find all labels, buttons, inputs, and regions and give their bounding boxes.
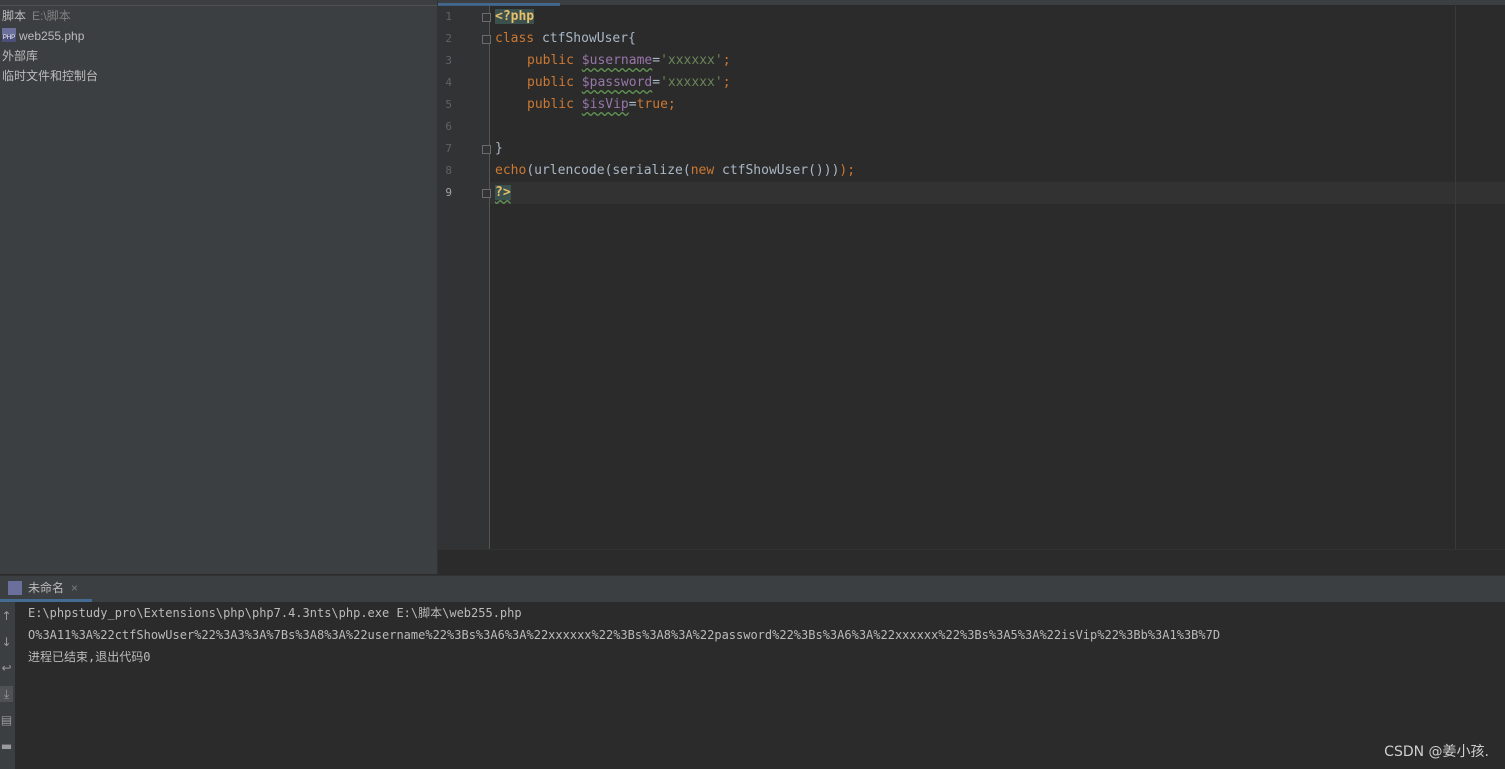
down-arrow-icon[interactable]: ↓ bbox=[0, 634, 13, 650]
string-literal: 'xxxxxx' bbox=[660, 53, 723, 68]
code-line-7[interactable]: } bbox=[495, 138, 503, 160]
code-line-4[interactable]: public $password='xxxxxx'; bbox=[527, 72, 731, 94]
statement-end: ); bbox=[839, 163, 856, 178]
string-literal: 'xxxxxx' bbox=[660, 75, 723, 90]
line-number: 8 bbox=[445, 164, 452, 177]
php-close-tag: ?> bbox=[495, 185, 511, 200]
variable-username: $username bbox=[581, 53, 653, 68]
code-line-2[interactable]: class ctfShowUser{ bbox=[495, 28, 636, 50]
boolean-literal: true bbox=[636, 97, 668, 112]
tree-scratches-consoles[interactable]: 临时文件和控制台 bbox=[2, 66, 98, 86]
line-number: 3 bbox=[445, 54, 452, 67]
code-line-5[interactable]: public $isVip=true; bbox=[527, 94, 676, 116]
php-run-icon bbox=[8, 581, 22, 595]
semicolon: ; bbox=[722, 75, 731, 90]
fold-marker-icon[interactable] bbox=[482, 35, 491, 44]
constructor-call: ctfShowUser())) bbox=[714, 163, 840, 178]
operator-assign: = bbox=[628, 97, 637, 112]
current-line-highlight bbox=[490, 182, 1505, 204]
class-declaration: ctfShowUser{ bbox=[534, 31, 636, 46]
keyword-public: public bbox=[527, 53, 574, 68]
close-icon[interactable]: × bbox=[71, 581, 78, 595]
editor-tab-strip bbox=[438, 0, 1505, 5]
php-open-tag: <?php bbox=[495, 9, 535, 24]
function-calls: (urlencode(serialize( bbox=[526, 163, 691, 178]
code-editor[interactable]: 1 2 3 4 5 6 7 8 9 <?php class ctfShowUse… bbox=[438, 0, 1505, 575]
right-margin-guide bbox=[1455, 6, 1456, 549]
trash-icon[interactable]: ▬ bbox=[0, 738, 13, 754]
console-command-line: E:\phpstudy_pro\Extensions\php\php7.4.3n… bbox=[28, 606, 522, 620]
external-libraries-label: 外部库 bbox=[2, 49, 39, 63]
line-number: 7 bbox=[445, 142, 452, 155]
keyword-public: public bbox=[527, 75, 574, 90]
closing-brace: } bbox=[495, 141, 503, 156]
semicolon: ; bbox=[722, 53, 731, 68]
run-console[interactable]: E:\phpstudy_pro\Extensions\php\php7.4.3n… bbox=[16, 602, 1505, 769]
print-icon[interactable]: ▤ bbox=[0, 712, 13, 728]
fold-marker-icon[interactable] bbox=[482, 189, 491, 198]
keyword-echo: echo bbox=[495, 163, 527, 178]
code-line-8[interactable]: echo(urlencode(serialize(new ctfShowUser… bbox=[495, 160, 855, 182]
root-folder-path: E:\脚本 bbox=[32, 9, 71, 23]
scratches-label: 临时文件和控制台 bbox=[2, 69, 99, 83]
line-number: 1 bbox=[445, 10, 452, 23]
line-number-current: 9 bbox=[445, 186, 452, 199]
run-panel-header: 未命名 × bbox=[0, 575, 1505, 603]
fold-marker-icon[interactable] bbox=[482, 145, 491, 154]
console-output-line: O%3A11%3A%22ctfShowUser%22%3A3%3A%7Bs%3A… bbox=[28, 628, 1221, 642]
up-arrow-icon[interactable]: ↑ bbox=[0, 608, 13, 624]
semicolon: ; bbox=[667, 97, 676, 112]
line-number: 6 bbox=[445, 120, 452, 133]
operator-assign: = bbox=[652, 75, 661, 90]
scroll-to-end-icon[interactable]: ⤓ bbox=[0, 686, 13, 702]
project-panel: 脚本 E:\脚本 web255.php 外部库 临时文件和控制台 bbox=[0, 0, 438, 574]
code-line-9[interactable]: ?> bbox=[495, 182, 511, 204]
tree-file-web255[interactable]: web255.php bbox=[2, 26, 84, 46]
keyword-new: new bbox=[690, 163, 715, 178]
fold-marker-icon[interactable] bbox=[482, 13, 491, 22]
tree-external-libraries[interactable]: 外部库 bbox=[2, 46, 38, 66]
line-number: 5 bbox=[445, 98, 452, 111]
run-toolbar: ↑ ↓ ↩ ⤓ ▤ ▬ bbox=[0, 602, 15, 769]
code-line-3[interactable]: public $username='xxxxxx'; bbox=[527, 50, 731, 72]
line-number: 4 bbox=[445, 76, 452, 89]
editor-bottom-area bbox=[438, 549, 1505, 575]
variable-isvip: $isVip bbox=[581, 97, 629, 112]
soft-wrap-icon[interactable]: ↩ bbox=[0, 660, 13, 676]
code-line-1[interactable]: <?php bbox=[495, 6, 535, 28]
php-file-icon bbox=[2, 28, 16, 42]
tree-root-node[interactable]: 脚本 E:\脚本 bbox=[2, 6, 71, 26]
keyword-class: class bbox=[495, 31, 535, 46]
console-exit-message: 进程已结束,退出代码0 bbox=[28, 650, 151, 664]
keyword-public: public bbox=[527, 97, 574, 112]
watermark: CSDN @姜小孩. bbox=[1384, 744, 1489, 760]
line-number: 2 bbox=[445, 32, 452, 45]
run-tab-label: 未命名 bbox=[28, 581, 65, 595]
file-name: web255.php bbox=[19, 29, 85, 43]
operator-assign: = bbox=[652, 53, 661, 68]
variable-password: $password bbox=[581, 75, 653, 90]
root-folder-name: 脚本 bbox=[2, 9, 27, 23]
